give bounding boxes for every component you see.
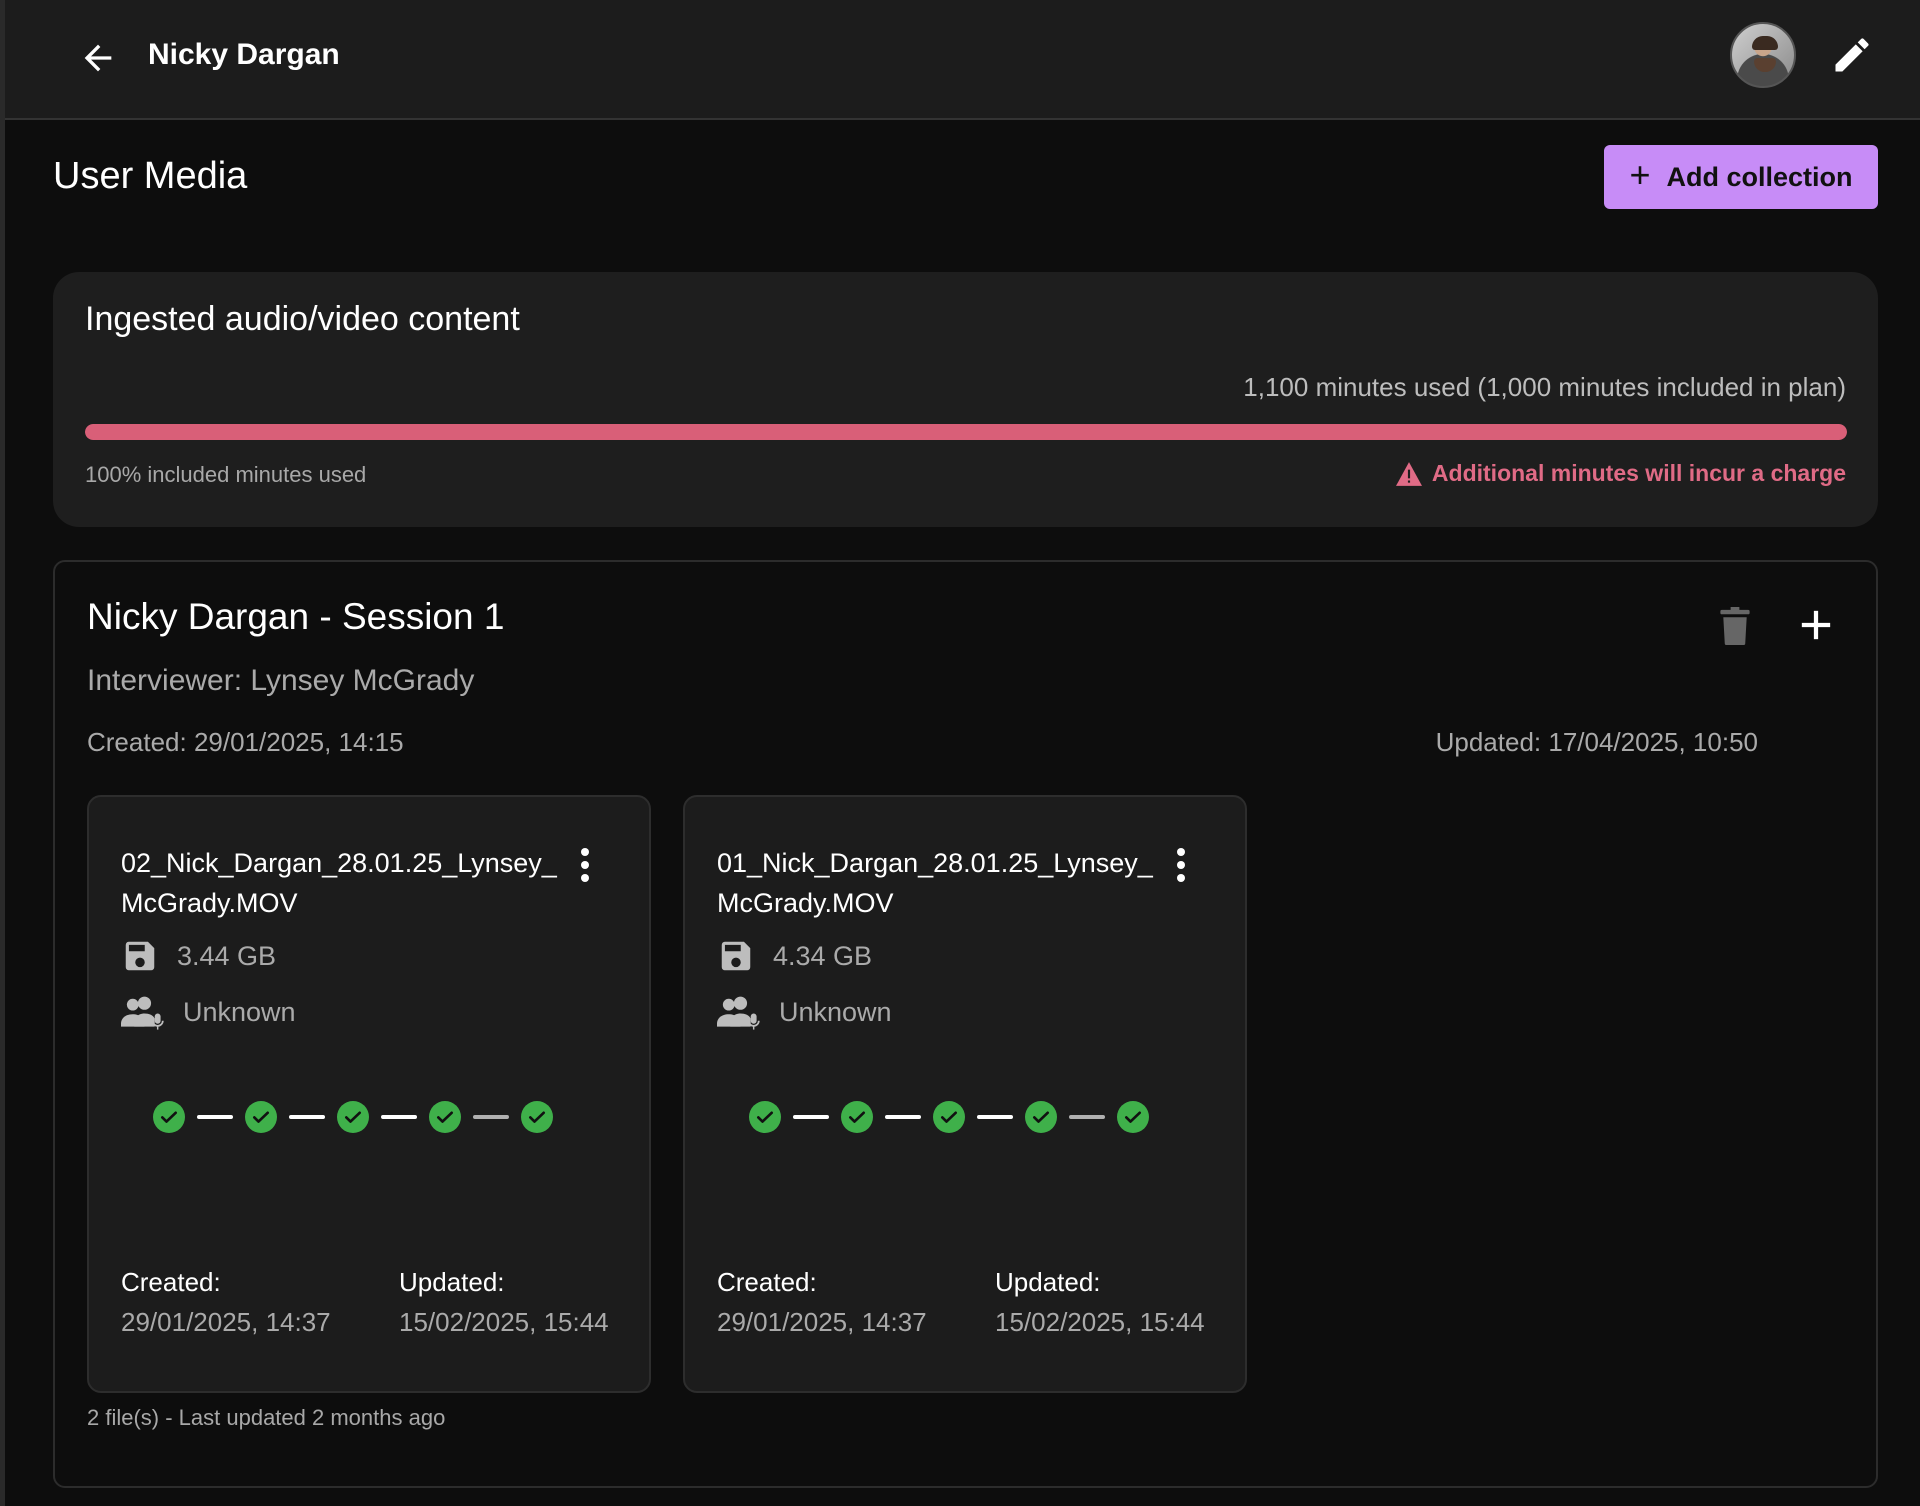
file-updated-label: Updated: bbox=[399, 1267, 505, 1297]
check-circle-icon bbox=[153, 1101, 185, 1133]
file-created-label: Created: bbox=[121, 1267, 221, 1297]
step-connector bbox=[197, 1115, 233, 1119]
app-header: Nicky Dargan bbox=[5, 0, 1920, 120]
usage-percent-text: 100% included minutes used bbox=[85, 462, 367, 487]
file-updated-value: 15/02/2025, 15:44 bbox=[995, 1307, 1205, 1337]
file-created-value: 29/01/2025, 14:37 bbox=[121, 1307, 331, 1337]
file-size-row: 3.44 GB bbox=[121, 937, 276, 975]
session-card: Nicky Dargan - Session 1 Interviewer: Ly… bbox=[53, 560, 1878, 1488]
session-interviewer: Interviewer: Lynsey McGrady bbox=[87, 664, 475, 697]
file-speaker: Unknown bbox=[183, 996, 296, 1027]
step-connector bbox=[1069, 1115, 1105, 1119]
avatar-hair bbox=[1752, 36, 1778, 50]
check-circle-icon bbox=[245, 1101, 277, 1133]
check-circle-icon bbox=[337, 1101, 369, 1133]
check-circle-icon bbox=[749, 1101, 781, 1133]
plus-icon bbox=[1801, 610, 1831, 640]
check-circle-icon bbox=[1117, 1101, 1149, 1133]
floppy-disk-icon bbox=[721, 941, 751, 971]
edit-button[interactable] bbox=[1827, 30, 1877, 80]
step-connector bbox=[289, 1115, 325, 1119]
file-card[interactable]: 01_Nick_Dargan_28.01.25_Lynsey_McGrady.M… bbox=[683, 795, 1247, 1393]
file-size: 4.34 GB bbox=[773, 940, 873, 971]
step-connector bbox=[977, 1115, 1013, 1119]
check-circle-icon bbox=[1025, 1101, 1057, 1133]
usage-warning-text: Additional minutes will incur a charge bbox=[1431, 460, 1846, 486]
check-circle-icon bbox=[521, 1101, 553, 1133]
session-created: Created: 29/01/2025, 14:15 bbox=[87, 727, 404, 757]
file-size-row: 4.34 GB bbox=[717, 937, 872, 975]
check-circle-icon bbox=[429, 1101, 461, 1133]
file-speaker: Unknown bbox=[779, 996, 892, 1027]
step-connector bbox=[793, 1115, 829, 1119]
warning-triangle-icon bbox=[1395, 461, 1422, 486]
file-created-label: Created: bbox=[717, 1267, 817, 1297]
usage-title: Ingested audio/video content bbox=[85, 300, 520, 338]
step-connector bbox=[381, 1115, 417, 1119]
processing-steps bbox=[153, 1101, 553, 1133]
check-circle-icon bbox=[933, 1101, 965, 1133]
avatar-beard bbox=[1754, 58, 1776, 72]
add-collection-button[interactable]: + Add collection bbox=[1604, 145, 1878, 209]
arrow-left-icon bbox=[84, 44, 112, 72]
header-title: Nicky Dargan bbox=[148, 38, 340, 71]
window-left-edge bbox=[0, 0, 5, 1506]
floppy-disk-icon bbox=[125, 941, 155, 971]
file-created-value: 29/01/2025, 14:37 bbox=[717, 1307, 927, 1337]
session-footer: 2 file(s) - Last updated 2 months ago bbox=[87, 1405, 446, 1430]
processing-steps bbox=[749, 1101, 1149, 1133]
file-name: 02_Nick_Dargan_28.01.25_Lynsey_McGrady.M… bbox=[121, 848, 557, 918]
more-vertical-icon bbox=[581, 848, 589, 856]
more-vertical-icon bbox=[1177, 861, 1185, 869]
more-vertical-icon bbox=[1177, 874, 1185, 882]
trash-icon bbox=[1720, 607, 1750, 645]
session-title: Nicky Dargan - Session 1 bbox=[87, 596, 505, 637]
users-microphone-icon bbox=[717, 996, 760, 1030]
file-menu-button[interactable] bbox=[1165, 845, 1197, 885]
more-vertical-icon bbox=[1177, 848, 1185, 856]
more-vertical-icon bbox=[581, 874, 589, 882]
avatar[interactable] bbox=[1730, 22, 1796, 88]
back-button[interactable] bbox=[75, 35, 121, 81]
step-connector bbox=[885, 1115, 921, 1119]
file-menu-button[interactable] bbox=[569, 845, 601, 885]
add-file-button[interactable] bbox=[1793, 602, 1839, 648]
check-circle-icon bbox=[841, 1101, 873, 1133]
file-updated-value: 15/02/2025, 15:44 bbox=[399, 1307, 609, 1337]
more-vertical-icon bbox=[581, 861, 589, 869]
file-speaker-row: Unknown bbox=[121, 993, 296, 1031]
usage-progress-bar bbox=[85, 424, 1847, 440]
usage-minutes-used: 1,100 minutes used (1,000 minutes includ… bbox=[1243, 372, 1846, 402]
file-speaker-row: Unknown bbox=[717, 993, 892, 1031]
file-name: 01_Nick_Dargan_28.01.25_Lynsey_McGrady.M… bbox=[717, 848, 1153, 918]
users-microphone-icon bbox=[121, 996, 164, 1030]
add-collection-label: Add collection bbox=[1666, 161, 1853, 192]
step-connector bbox=[473, 1115, 509, 1119]
delete-session-button[interactable] bbox=[1715, 604, 1755, 648]
plus-icon: + bbox=[1629, 154, 1651, 195]
pencil-icon bbox=[1835, 38, 1869, 72]
page-title: User Media bbox=[53, 155, 248, 197]
file-card[interactable]: 02_Nick_Dargan_28.01.25_Lynsey_McGrady.M… bbox=[87, 795, 651, 1393]
usage-progress-fill bbox=[85, 424, 1847, 440]
file-updated-label: Updated: bbox=[995, 1267, 1101, 1297]
usage-warning: Additional minutes will incur a charge bbox=[1395, 460, 1846, 487]
session-updated: Updated: 17/04/2025, 10:50 bbox=[1435, 727, 1758, 757]
usage-card: Ingested audio/video content 1,100 minut… bbox=[53, 272, 1878, 527]
file-size: 3.44 GB bbox=[177, 940, 277, 971]
